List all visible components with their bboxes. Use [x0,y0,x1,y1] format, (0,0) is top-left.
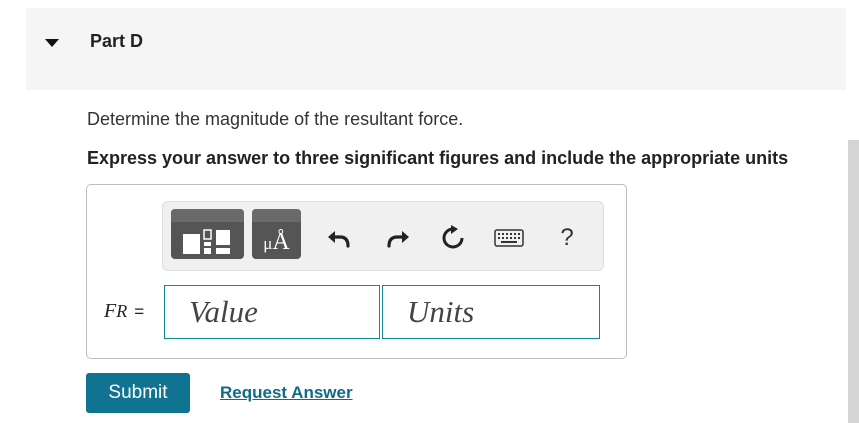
keyboard-button[interactable] [492,222,526,254]
collapse-triangle-icon[interactable] [45,39,59,47]
part-header[interactable] [26,8,846,90]
redo-button[interactable] [382,222,414,254]
units-icon: μÅ [252,227,301,259]
templates-icon [183,229,230,254]
page: Part D Determine the magnitude of the re… [0,0,859,423]
units-input[interactable]: Units [382,285,600,339]
units-button-strip [252,209,301,222]
question-prompt: Determine the magnitude of the resultant… [87,109,464,129]
undo-button[interactable] [323,222,355,254]
reset-icon [442,225,464,249]
units-button[interactable]: μÅ [252,209,301,259]
scrollbar-thumb[interactable] [848,140,859,423]
request-answer-link[interactable]: Request Answer [220,383,353,403]
part-title: Part D [90,31,144,51]
help-button[interactable]: ? [551,222,583,254]
reset-button[interactable] [437,222,469,254]
redo-icon [387,231,409,248]
variable-subscript: R [116,301,128,321]
equals-sign: = [134,302,145,321]
answer-instructions: Express your answer to three significant… [87,148,789,168]
undo-icon [328,231,350,248]
units-glyph-angstrom: Å [272,229,290,255]
variable-symbol: F [104,300,117,322]
templates-button[interactable] [171,209,244,259]
templates-button-strip [171,209,244,222]
value-input[interactable]: Value [164,285,380,339]
submit-button[interactable]: Submit [86,373,190,413]
answer-variable-label: FR = [104,300,144,323]
keyboard-icon [494,229,524,247]
